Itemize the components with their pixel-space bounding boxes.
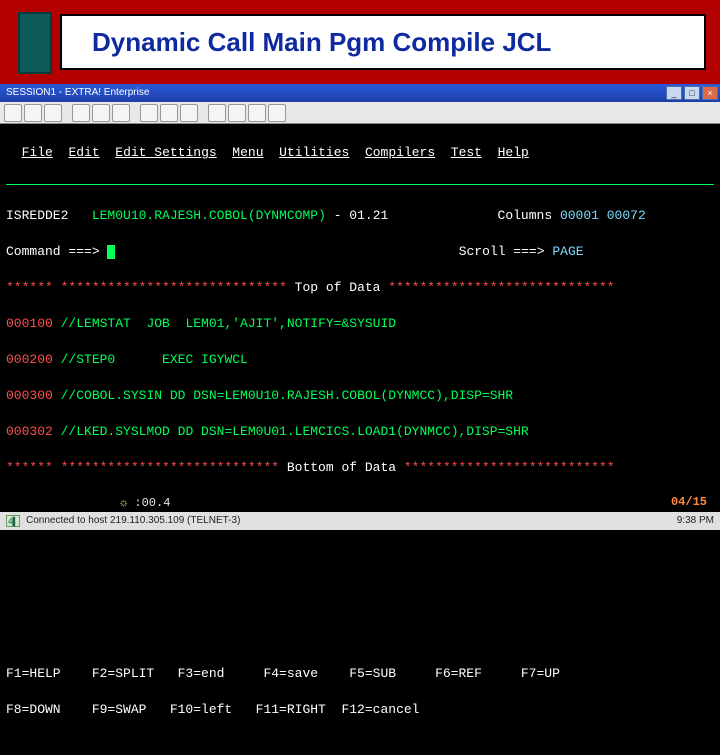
command-cursor[interactable] [107,245,115,259]
toolbar-button-5[interactable] [92,104,110,122]
top-of-data-label: Top of Data [287,280,388,295]
line-number: 000302 [6,424,53,439]
slide-title-bar: Dynamic Call Main Pgm Compile JCL [60,14,706,70]
toolbar [0,102,720,124]
window-maximize-button[interactable]: □ [684,86,700,100]
menu-edit[interactable]: Edit [68,145,99,160]
toolbar-button-7[interactable] [140,104,158,122]
line-number: 000100 [6,316,53,331]
menu-test[interactable]: Test [451,145,482,160]
window-close-button[interactable]: × [702,86,718,100]
menu-edit-settings[interactable]: Edit_Settings [115,145,216,160]
menu-utilities[interactable]: Utilities [279,145,349,160]
line-text[interactable]: //LKED.SYSLMOD DD DSN=LEM0U01.LEMCICS.LO… [61,424,529,439]
window-minimize-button[interactable]: _ [666,86,682,100]
toolbar-button-9[interactable] [180,104,198,122]
status-text: Connected to host 219.110.305.109 (TELNE… [26,512,240,530]
toolbar-button-13[interactable] [268,104,286,122]
editor-header-row: ISREDDE2 LEM0U10.RAJESH.COBOL(DYNMCOMP) … [6,207,714,225]
command-label: Command ===> [6,244,100,259]
ispf-menu-bar[interactable]: File Edit Edit_Settings Menu Utilities C… [6,144,714,162]
line-number: 000200 [6,352,53,367]
bottom-stars-right: *************************** [404,460,615,475]
window-title: SESSION1 - EXTRA! Enterprise [6,84,149,102]
bottom-of-data-row: ****** **************************** Bott… [6,459,714,477]
toolbar-button-6[interactable] [112,104,130,122]
code-line[interactable]: 000100 //LEMSTAT JOB LEM01,'AJIT',NOTIFY… [6,315,714,333]
toolbar-button-11[interactable] [228,104,246,122]
line-number: 000300 [6,388,53,403]
bottom-of-data-label: Bottom of Data [279,460,404,475]
scroll-value[interactable]: PAGE [552,244,583,259]
toolbar-button-12[interactable] [248,104,266,122]
toolbar-button-3[interactable] [44,104,62,122]
menu-divider [6,182,714,185]
oia-indicator-icon: 4▌ [6,515,20,527]
bottom-stars-left: ****** **************************** [6,460,279,475]
status-time: 9:38 PM [677,512,714,530]
columns-value: 00001 00072 [560,208,646,223]
menu-compilers[interactable]: Compilers [365,145,435,160]
fkey-row-1: F1=HELP F2=SPLIT F3=end F4=save F5=SUB F… [6,665,714,683]
terminal-screen[interactable]: File Edit Edit_Settings Menu Utilities C… [0,124,720,512]
toolbar-button-2[interactable] [24,104,42,122]
scroll-label: Scroll ===> [459,244,545,259]
menu-help[interactable]: Help [498,145,529,160]
code-line[interactable]: 000302 //LKED.SYSLMOD DD DSN=LEM0U01.LEM… [6,423,714,441]
toolbar-button-10[interactable] [208,104,226,122]
panel-id: ISREDDE2 [6,208,68,223]
line-text[interactable]: //COBOL.SYSIN DD DSN=LEM0U10.RAJESH.COBO… [61,388,513,403]
line-text[interactable]: //LEMSTAT JOB LEM01,'AJIT',NOTIFY=&SYSUI… [61,316,396,331]
command-row: Command ===> Scroll ===> PAGE [6,243,714,261]
line-text[interactable]: //STEP0 EXEC IGYWCL [61,352,248,367]
columns-label: Columns [498,208,553,223]
code-line[interactable]: 000300 //COBOL.SYSIN DD DSN=LEM0U10.RAJE… [6,387,714,405]
top-stars-right: ***************************** [388,280,614,295]
menu-file[interactable]: File [22,145,53,160]
toolbar-button-1[interactable] [4,104,22,122]
fkey-row-2: F8=DOWN F9=SWAP F10=left F11=RIGHT F12=c… [6,701,714,719]
menu-menu[interactable]: Menu [232,145,263,160]
toolbar-button-8[interactable] [160,104,178,122]
member-version: - 01.21 [334,208,389,223]
toolbar-button-4[interactable] [72,104,90,122]
code-line[interactable]: 000200 //STEP0 EXEC IGYWCL [6,351,714,369]
oia-clock: ☼ ☼ :00.4:00.4 [120,496,170,510]
slide-title: Dynamic Call Main Pgm Compile JCL [92,27,551,58]
slide-counter: 04/15 [668,494,710,510]
window-titlebar: SESSION1 - EXTRA! Enterprise _ □ × [0,84,720,102]
top-of-data-row: ****** ***************************** Top… [6,279,714,297]
status-bar: 4▌ Connected to host 219.110.305.109 (TE… [0,512,720,530]
dataset-name: LEM0U10.RAJESH.COBOL(DYNMCOMP) [92,208,326,223]
top-stars-left: ****** ***************************** [6,280,287,295]
